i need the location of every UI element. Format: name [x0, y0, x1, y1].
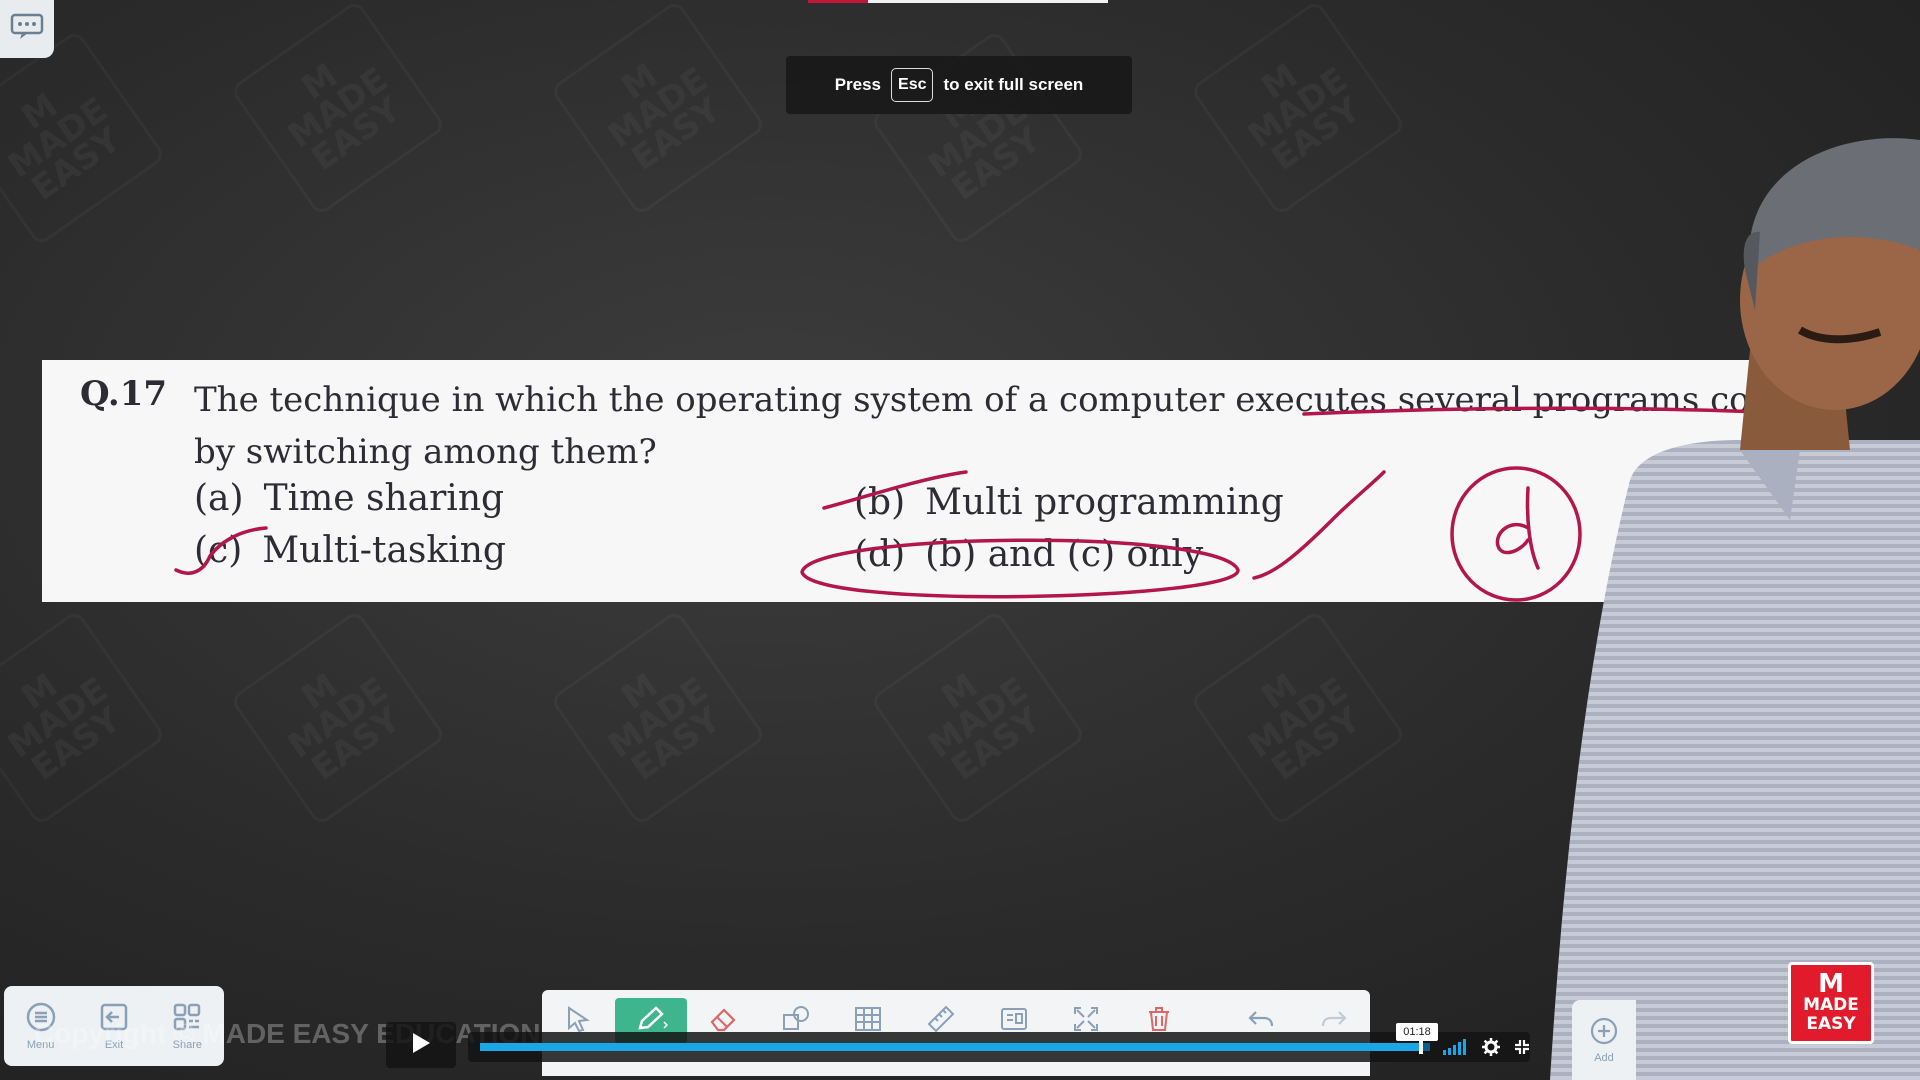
watermark: MMADEEASY — [229, 0, 446, 217]
settings-icon[interactable] — [1482, 1038, 1500, 1061]
seek-thumb[interactable] — [1418, 1040, 1423, 1054]
answer-letter-d — [1495, 486, 1540, 570]
seek-progress — [480, 1043, 1421, 1051]
option-letter: (b) — [854, 482, 906, 523]
question-text-line2: by switching among them? — [194, 432, 657, 472]
option-c[interactable]: (c) Multi-tasking — [194, 530, 506, 571]
option-d[interactable]: (d) (b) and (c) only — [854, 534, 1203, 575]
option-text: Multi programming — [925, 482, 1284, 523]
watermark: MMADEEASY — [549, 0, 766, 217]
option-text: Multi-tasking — [262, 530, 506, 571]
presenter-image — [1550, 138, 1920, 1080]
volume-icon[interactable] — [1442, 1039, 1468, 1060]
chat-icon — [10, 13, 44, 46]
play-icon — [410, 1031, 432, 1060]
esc-key-label: Esc — [891, 68, 934, 102]
chat-button[interactable] — [0, 0, 54, 58]
watermark: MMADEEASY — [0, 29, 167, 246]
watermark: MMADEEASY — [1189, 0, 1406, 217]
top-progress-indicator — [808, 0, 1108, 3]
player-controls — [1442, 1038, 1530, 1061]
watermark: MMADEEASY — [0, 609, 167, 826]
fullscreen-toast: Press Esc to exit full screen — [786, 56, 1132, 114]
option-b[interactable]: (b) Multi programming — [854, 482, 1284, 523]
option-letter: (a) — [194, 478, 244, 519]
exit-fullscreen-icon[interactable] — [1514, 1039, 1530, 1060]
watermark: MMADEEASY — [229, 609, 446, 826]
option-letter: (d) — [854, 534, 906, 575]
watermark: MMADEEASY — [869, 609, 1086, 826]
option-text: Time sharing — [263, 478, 505, 519]
add-label: Add — [1594, 1051, 1614, 1064]
seek-track[interactable] — [480, 1040, 1430, 1054]
question-text: The technique in which the operating sys… — [194, 374, 1754, 478]
time-tooltip: 01:18 — [1396, 1023, 1438, 1041]
question-number: Q.17 — [80, 374, 168, 414]
add-icon — [1590, 1017, 1618, 1048]
toast-suffix-text: to exit full screen — [943, 75, 1084, 94]
add-page-button[interactable]: Add — [1572, 1000, 1636, 1080]
watermark: MMADEEASY — [549, 609, 766, 826]
question-panel: Q.17 The technique in which the operatin… — [42, 360, 1762, 602]
option-text: (b) and (c) only — [925, 534, 1204, 575]
option-a[interactable]: (a) Time sharing — [194, 478, 504, 519]
play-button[interactable] — [386, 1022, 456, 1068]
question-text-line1: The technique in which the operating sys… — [194, 380, 1754, 420]
watermark: MMADEEASY — [1189, 609, 1406, 826]
made-easy-logo: M MADE EASY — [1788, 962, 1874, 1044]
toast-press-text: Press — [834, 75, 882, 94]
option-letter: (c) — [194, 530, 243, 571]
seek-bar[interactable] — [468, 1032, 1530, 1062]
